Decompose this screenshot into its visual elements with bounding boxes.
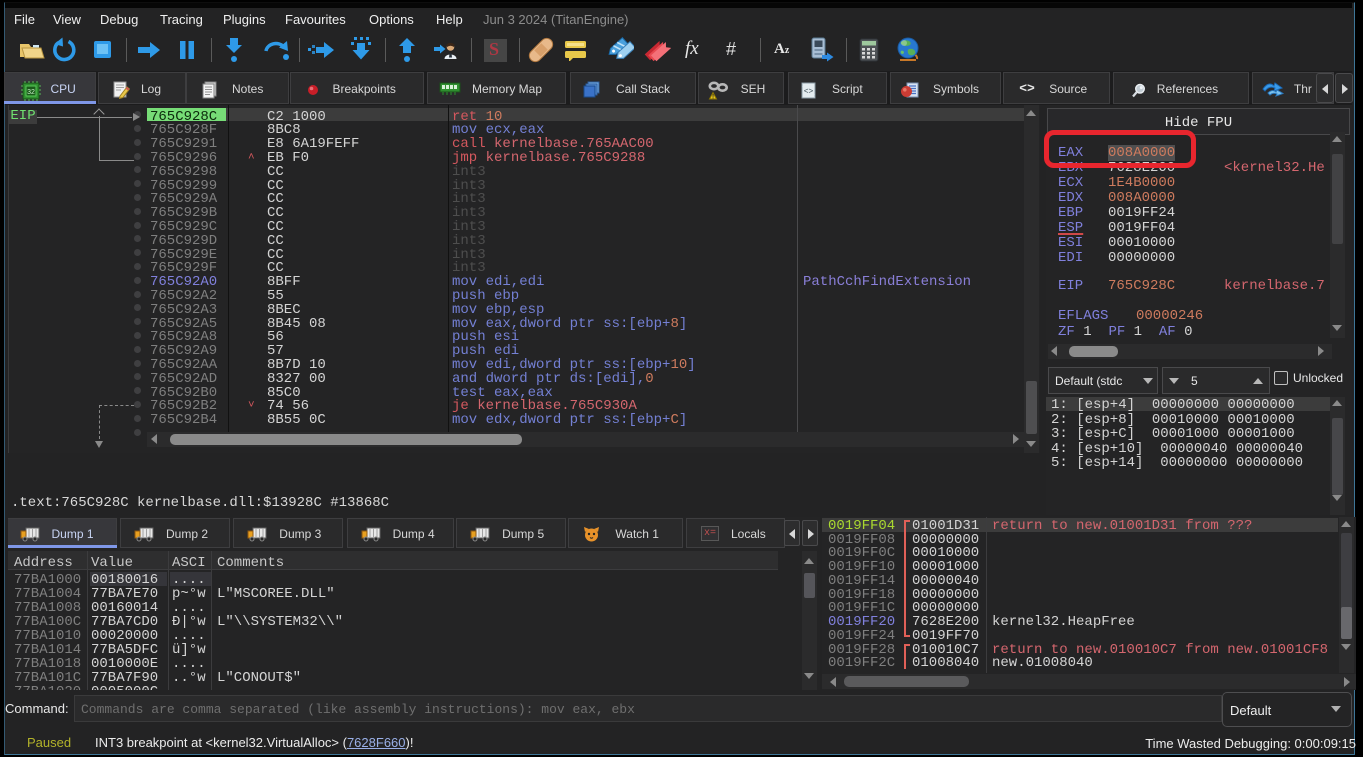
svg-text:<>: <>	[804, 88, 814, 97]
svg-text:32: 32	[27, 89, 35, 96]
